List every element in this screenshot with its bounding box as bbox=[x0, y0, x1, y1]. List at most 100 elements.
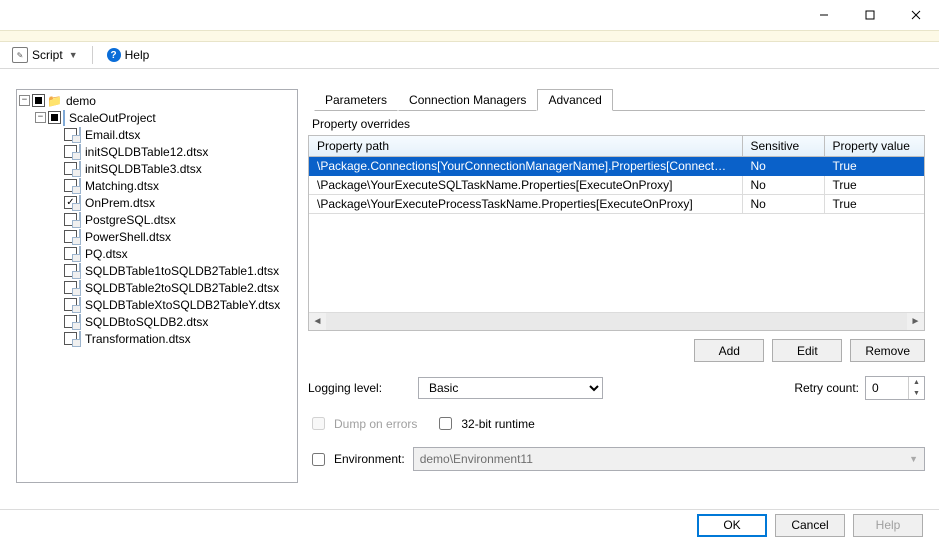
folder-icon: 📁 bbox=[47, 94, 62, 108]
tree-package[interactable]: SQLDBTableXtoSQLDB2TableY.dtsx bbox=[51, 296, 295, 313]
package-icon bbox=[79, 161, 81, 177]
titlebar bbox=[0, 0, 939, 30]
add-button[interactable]: Add bbox=[694, 339, 764, 362]
tree-checkbox[interactable] bbox=[32, 94, 45, 107]
environment-checkbox[interactable]: Environment: bbox=[308, 450, 405, 469]
dialog-footer: OK Cancel Help bbox=[0, 502, 939, 548]
tree-expander-icon bbox=[51, 316, 62, 327]
col-value[interactable]: Property value bbox=[824, 136, 924, 157]
logging-level-select[interactable]: Basic bbox=[418, 377, 603, 399]
tree-expander-icon[interactable]: − bbox=[19, 95, 30, 106]
tree-expander-icon bbox=[51, 180, 62, 191]
cancel-button[interactable]: Cancel bbox=[775, 514, 845, 537]
tree-checkbox[interactable] bbox=[48, 111, 61, 124]
tree-item-label: SQLDBtoSQLDB2.dtsx bbox=[83, 315, 208, 329]
script-button[interactable]: ✎ Script ▼ bbox=[8, 45, 82, 65]
tree-project[interactable]: −ScaleOutProject bbox=[35, 109, 295, 126]
edit-button[interactable]: Edit bbox=[772, 339, 842, 362]
tree-expander-icon bbox=[51, 299, 62, 310]
tab-advanced[interactable]: Advanced bbox=[537, 89, 612, 111]
cell-sensitive: No bbox=[742, 157, 824, 176]
tree-package[interactable]: Matching.dtsx bbox=[51, 177, 295, 194]
chevron-down-icon: ▼ bbox=[909, 454, 918, 464]
tree-package[interactable]: initSQLDBTable3.dtsx bbox=[51, 160, 295, 177]
tree-package[interactable]: SQLDBTable2toSQLDB2Table2.dtsx bbox=[51, 279, 295, 296]
package-icon bbox=[79, 297, 81, 313]
help-button-footer[interactable]: Help bbox=[853, 514, 923, 537]
col-property-path[interactable]: Property path bbox=[309, 136, 742, 157]
cell-value: True bbox=[824, 176, 924, 195]
overrides-label: Property overrides bbox=[312, 117, 925, 131]
tree-expander-icon bbox=[51, 129, 62, 140]
chevron-down-icon[interactable]: ▼ bbox=[908, 388, 924, 399]
info-strip bbox=[0, 30, 939, 42]
tree-package[interactable]: PostgreSQL.dtsx bbox=[51, 211, 295, 228]
cell-path: \Package.Connections[YourConnectionManag… bbox=[309, 157, 742, 176]
environment-input[interactable] bbox=[312, 453, 325, 466]
package-tree[interactable]: −📁demo−ScaleOutProjectEmail.dtsxinitSQLD… bbox=[16, 89, 298, 483]
script-label: Script bbox=[32, 48, 63, 62]
tree-package[interactable]: Email.dtsx bbox=[51, 126, 295, 143]
table-row[interactable]: \Package\YourExecuteProcessTaskName.Prop… bbox=[309, 195, 924, 214]
maximize-button[interactable] bbox=[847, 0, 893, 30]
tree-package[interactable]: SQLDBTable1toSQLDB2Table1.dtsx bbox=[51, 262, 295, 279]
minimize-button[interactable] bbox=[801, 0, 847, 30]
tab-connection-managers[interactable]: Connection Managers bbox=[398, 89, 537, 111]
tree-package[interactable]: OnPrem.dtsx bbox=[51, 194, 295, 211]
overrides-grid[interactable]: Property path Sensitive Property value \… bbox=[308, 135, 925, 331]
scroll-right-icon[interactable]: ► bbox=[907, 313, 924, 330]
chevron-down-icon: ▼ bbox=[69, 50, 78, 60]
retry-count-stepper[interactable]: 0 ▲ ▼ bbox=[865, 376, 925, 400]
package-icon bbox=[79, 144, 81, 160]
tree-item-label: PQ.dtsx bbox=[83, 247, 128, 261]
environment-select: demo\Environment11 ▼ bbox=[413, 447, 925, 471]
help-label: Help bbox=[125, 48, 150, 62]
package-icon bbox=[79, 229, 81, 245]
tab-parameters[interactable]: Parameters bbox=[314, 89, 398, 111]
cell-sensitive: No bbox=[742, 195, 824, 214]
tree-item-label: SQLDBTable1toSQLDB2Table1.dtsx bbox=[83, 264, 279, 278]
tree-expander-icon[interactable]: − bbox=[35, 112, 46, 123]
tab-strip: Parameters Connection Managers Advanced bbox=[308, 89, 925, 111]
tree-package[interactable]: PQ.dtsx bbox=[51, 245, 295, 262]
tree-package[interactable]: Transformation.dtsx bbox=[51, 330, 295, 347]
tree-item-label: initSQLDBTable12.dtsx bbox=[83, 145, 208, 159]
tree-item-label: SQLDBTable2toSQLDB2Table2.dtsx bbox=[83, 281, 279, 295]
project-icon bbox=[63, 110, 65, 126]
tree-expander-icon bbox=[51, 333, 62, 344]
tree-expander-icon bbox=[51, 248, 62, 259]
toolbar-separator bbox=[92, 46, 93, 64]
tree-item-label: Matching.dtsx bbox=[83, 179, 159, 193]
tree-expander-icon bbox=[51, 197, 62, 208]
table-row[interactable]: \Package.Connections[YourConnectionManag… bbox=[309, 157, 924, 176]
help-button[interactable]: ? Help bbox=[103, 46, 154, 64]
tree-item-label: OnPrem.dtsx bbox=[83, 196, 155, 210]
remove-button[interactable]: Remove bbox=[850, 339, 925, 362]
tree-item-label: demo bbox=[64, 94, 96, 108]
logging-level-label: Logging level: bbox=[308, 381, 408, 395]
toolbar: ✎ Script ▼ ? Help bbox=[0, 42, 939, 69]
tree-package[interactable]: PowerShell.dtsx bbox=[51, 228, 295, 245]
runtime-32bit-input[interactable] bbox=[439, 417, 452, 430]
ok-button[interactable]: OK bbox=[697, 514, 767, 537]
tree-package[interactable]: SQLDBtoSQLDB2.dtsx bbox=[51, 313, 295, 330]
tree-package[interactable]: initSQLDBTable12.dtsx bbox=[51, 143, 295, 160]
package-icon bbox=[79, 263, 81, 279]
tree-expander-icon bbox=[51, 163, 62, 174]
tree-item-label: SQLDBTableXtoSQLDB2TableY.dtsx bbox=[83, 298, 280, 312]
table-row[interactable]: \Package\YourExecuteSQLTaskName.Properti… bbox=[309, 176, 924, 195]
retry-count-label: Retry count: bbox=[794, 381, 859, 395]
col-sensitive[interactable]: Sensitive bbox=[742, 136, 824, 157]
horizontal-scrollbar[interactable]: ◄ ► bbox=[309, 312, 924, 330]
cell-path: \Package\YourExecuteSQLTaskName.Properti… bbox=[309, 176, 742, 195]
scroll-left-icon[interactable]: ◄ bbox=[309, 313, 326, 330]
chevron-up-icon[interactable]: ▲ bbox=[908, 377, 924, 388]
package-icon bbox=[79, 280, 81, 296]
cell-value: True bbox=[824, 195, 924, 214]
close-button[interactable] bbox=[893, 0, 939, 30]
runtime-32bit-checkbox[interactable]: 32-bit runtime bbox=[435, 414, 534, 433]
tree-folder-demo[interactable]: − 📁demo bbox=[19, 92, 295, 109]
tree-item-label: initSQLDBTable3.dtsx bbox=[83, 162, 202, 176]
dump-on-errors-checkbox: Dump on errors bbox=[308, 414, 417, 433]
tree-expander-icon bbox=[51, 214, 62, 225]
